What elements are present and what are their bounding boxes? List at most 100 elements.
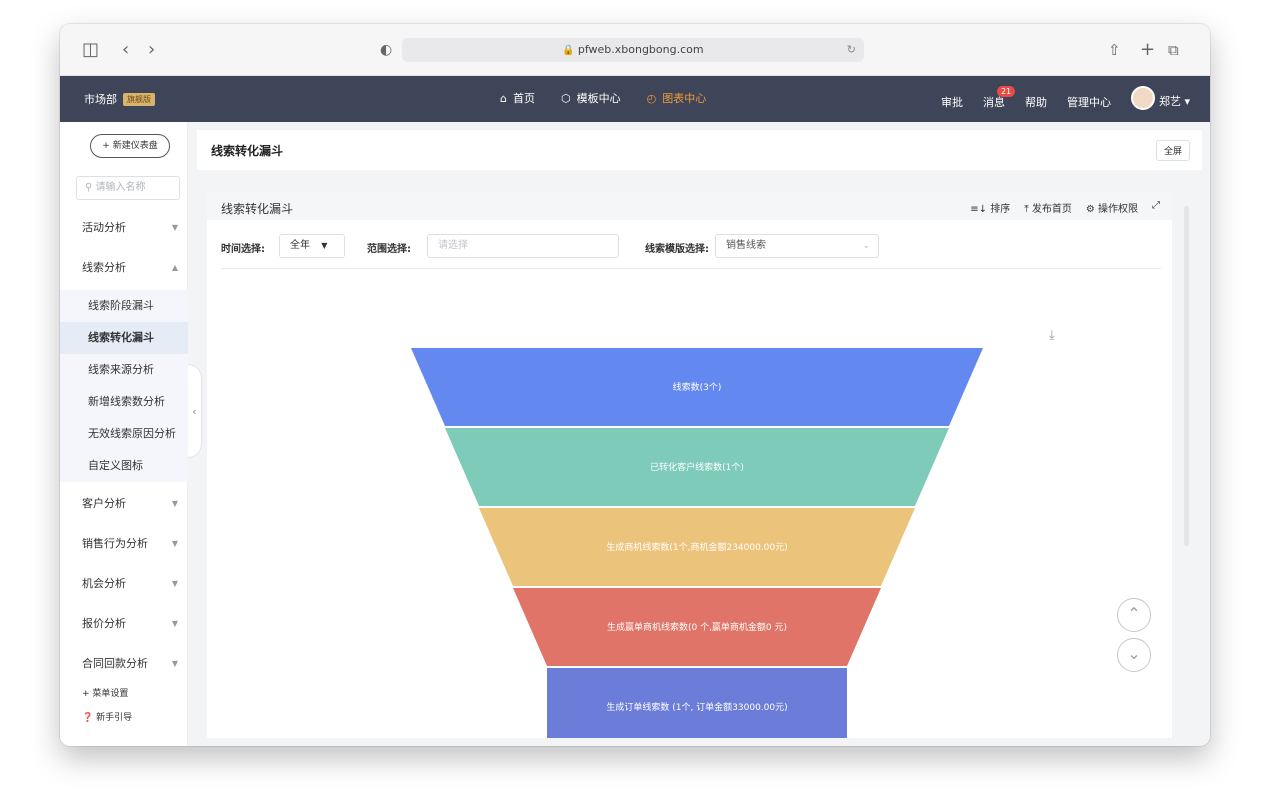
menu-label: 报价分析 xyxy=(82,617,126,630)
sort-icon: ≡↓ xyxy=(970,204,988,215)
time-value: 全年 xyxy=(290,240,310,251)
expand-icon[interactable]: ⤢ xyxy=(1152,200,1160,215)
tabs-overview-icon[interactable]: ⧉ xyxy=(1168,40,1179,60)
back-icon[interactable]: ‹ xyxy=(122,40,129,60)
publish-home-button[interactable]: ⤒ 发布首页 xyxy=(1024,200,1072,215)
range-filter-label: 范围选择: xyxy=(367,244,411,255)
sort-button[interactable]: ≡↓ 排序 xyxy=(970,200,1010,215)
chevron-down-icon: ▼ xyxy=(171,539,178,548)
nav-chart-label: 图表中心 xyxy=(662,92,707,105)
menu-contract-payment[interactable]: 合同回款分析 ▼ xyxy=(60,648,188,680)
chevron-up-icon: ⌃ xyxy=(1127,604,1141,623)
address-bar[interactable]: 🔒 pfweb.xbongbong.com ↻ xyxy=(402,38,864,62)
sidebar-toggle-icon[interactable]: ◫ xyxy=(82,40,99,60)
privacy-shield-icon[interactable]: ◐ xyxy=(380,40,392,60)
menu-customer-analysis[interactable]: 客户分析 ▼ xyxy=(60,488,188,520)
caret-down-icon: ▼ xyxy=(321,241,328,250)
fullscreen-button[interactable]: 全屏 xyxy=(1155,140,1190,161)
range-select[interactable]: 请选择 xyxy=(427,234,619,258)
menu-opportunity-analysis[interactable]: 机会分析 ▼ xyxy=(60,568,188,600)
avatar xyxy=(1130,86,1155,110)
nav-help[interactable]: 帮助 xyxy=(1025,94,1047,110)
sub-custom-chart[interactable]: 自定义图标 xyxy=(60,450,188,482)
guide-link[interactable]: ❓ 新手引导 xyxy=(82,710,132,723)
sub-lead-source-analysis[interactable]: 线索来源分析 xyxy=(60,354,188,386)
nav-template-label: 模板中心 xyxy=(576,92,621,105)
gear-icon: ⚙ xyxy=(1085,204,1095,215)
sidebar-collapse-handle[interactable]: ‹ xyxy=(188,364,202,458)
funnel-stage-label-0: 线索数(3个) xyxy=(673,381,722,393)
home-icon: ⌂ xyxy=(500,91,507,105)
nav-right: 审批 消息 21 帮助 管理中心 郑艺 ▾ xyxy=(941,86,1190,114)
guide-label: 新手引导 xyxy=(96,713,133,723)
time-filter-label: 时间选择: xyxy=(221,244,265,255)
menu-label: 销售行为分析 xyxy=(82,537,148,550)
chevron-down-icon: ▼ xyxy=(171,659,178,668)
upload-icon: ⤒ xyxy=(1024,204,1029,215)
message-count-badge: 21 xyxy=(996,86,1016,97)
chevron-down-icon: ▼ xyxy=(171,619,178,628)
card-header: 线索转化漏斗 ≡↓ 排序 ⤒ 发布首页 ⚙ 操作权限 ⤢ xyxy=(207,192,1172,220)
url-text: pfweb.xbongbong.com xyxy=(577,43,704,56)
scroll-down-button[interactable]: ⌄ xyxy=(1117,638,1151,672)
range-placeholder: 请选择 xyxy=(438,240,468,251)
pie-chart-icon: ◴ xyxy=(646,91,657,105)
permission-label: 操作权限 xyxy=(1098,204,1138,215)
user-menu[interactable]: 郑艺 ▾ xyxy=(1130,86,1190,114)
sidebar-search-input[interactable]: ⚲ 请输入名称 xyxy=(76,176,180,200)
help-circle-icon: ❓ xyxy=(82,713,94,723)
browser-window: ◫ ‹ › ◐ 🔒 pfweb.xbongbong.com ↻ ⇧ + ⧉ 市场部… xyxy=(60,24,1210,746)
menu-label: 客户分析 xyxy=(82,497,126,510)
permission-button[interactable]: ⚙ 操作权限 xyxy=(1086,200,1138,215)
sort-label: 排序 xyxy=(990,204,1011,215)
menu-lead-analysis[interactable]: 线索分析 ▲ xyxy=(60,252,188,284)
new-tab-icon[interactable]: + xyxy=(1140,40,1155,60)
org-switcher[interactable]: 市场部 旗舰版 xyxy=(84,91,155,107)
nav-admin[interactable]: 管理中心 xyxy=(1067,94,1111,110)
reload-icon[interactable]: ↻ xyxy=(847,38,856,62)
funnel-chart: 线索数(3个) 已转化客户线索数(1个) 生成商机线索数(1个,商机金额234000… xyxy=(411,348,983,738)
chevron-down-icon: ▼ xyxy=(171,579,178,588)
nav-messages-label: 消息 xyxy=(982,96,1005,109)
page-title: 线索转化漏斗 xyxy=(211,144,284,158)
org-name: 市场部 xyxy=(84,93,117,106)
new-dashboard-button[interactable]: + 新建仪表盘 xyxy=(90,134,170,158)
sub-lead-stage-funnel[interactable]: 线索阶段漏斗 xyxy=(60,290,188,322)
funnel-stage-label-2: 生成商机线索数(1个,商机金额234000.00元) xyxy=(606,541,787,553)
card-title: 线索转化漏斗 xyxy=(221,202,294,216)
nav-home[interactable]: ⌂ 首页 xyxy=(500,90,535,106)
sub-invalid-lead-reasons[interactable]: 无效线索原因分析 xyxy=(60,418,188,450)
nav-template-center[interactable]: ⬡ 模板中心 xyxy=(561,90,621,106)
funnel-stage-label-3: 生成赢单商机线索数(0 个,赢单商机金额0 元) xyxy=(607,621,787,633)
menu-label: 活动分析 xyxy=(82,221,126,234)
menu-settings-link[interactable]: + 菜单设置 xyxy=(82,686,128,699)
nav-home-label: 首页 xyxy=(512,92,535,105)
nav-approval[interactable]: 审批 xyxy=(941,94,963,110)
chevron-down-icon: ▼ xyxy=(171,499,178,508)
search-placeholder: 请输入名称 xyxy=(95,182,146,193)
cube-icon: ⬡ xyxy=(560,91,571,105)
nav-messages[interactable]: 消息 21 xyxy=(982,86,1016,110)
sub-lead-conversion-funnel[interactable]: 线索转化漏斗 xyxy=(60,322,188,354)
menu-quote-analysis[interactable]: 报价分析 ▼ xyxy=(60,608,188,640)
menu-activity-analysis[interactable]: 活动分析 ▼ xyxy=(60,212,188,244)
chevron-down-icon: ⌄ xyxy=(862,241,870,251)
edition-badge: 旗舰版 xyxy=(123,93,155,106)
publish-label: 发布首页 xyxy=(1031,204,1072,215)
app-top-nav: 市场部 旗舰版 ⌂ 首页 ⬡ 模板中心 ◴ 图表中心 审批 消息 21 帮助 管理中心 郑… xyxy=(60,76,1210,122)
chevron-down-icon: ▼ xyxy=(171,223,178,232)
main-scrollbar[interactable] xyxy=(1184,206,1189,546)
template-select[interactable]: 销售线索 ⌄ xyxy=(715,234,879,258)
sub-new-leads-analysis[interactable]: 新增线索数分析 xyxy=(60,386,188,418)
sidebar: + 新建仪表盘 ⚲ 请输入名称 活动分析 ▼ 线索分析 ▲ 线索阶段漏斗 线索转化漏… xyxy=(60,122,188,746)
forward-icon[interactable]: › xyxy=(148,40,155,60)
menu-label: 机会分析 xyxy=(82,577,126,590)
chevron-up-icon: ▲ xyxy=(171,263,178,272)
time-select[interactable]: 全年 ▼ xyxy=(279,234,345,258)
scroll-up-button[interactable]: ⌃ xyxy=(1117,598,1151,632)
search-icon: ⚲ xyxy=(85,182,93,193)
nav-chart-center[interactable]: ◴ 图表中心 xyxy=(647,90,707,106)
funnel-stage-label-1: 已转化客户线索数(1个) xyxy=(650,461,744,473)
share-icon[interactable]: ⇧ xyxy=(1108,40,1121,60)
menu-sales-behavior[interactable]: 销售行为分析 ▼ xyxy=(60,528,188,560)
